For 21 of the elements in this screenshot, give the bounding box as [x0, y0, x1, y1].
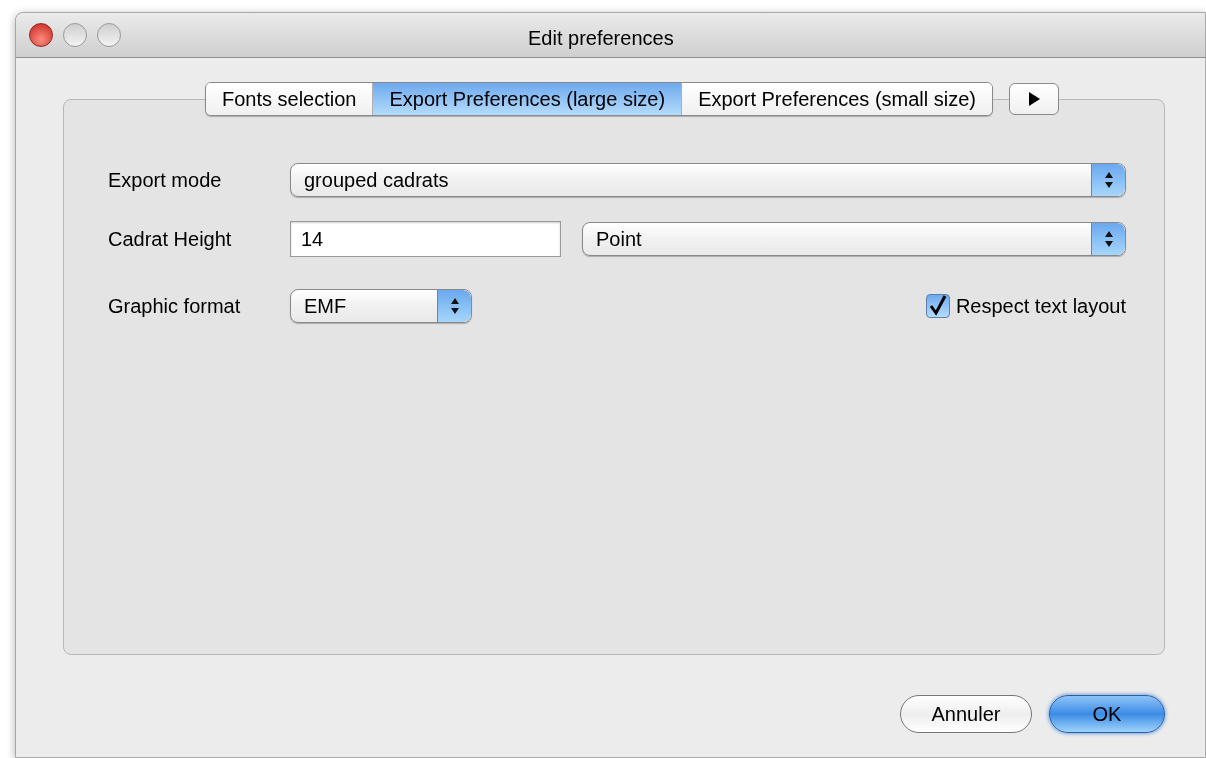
- window-title: Edit preferences: [528, 26, 674, 51]
- dropdown[interactable]: grouped cadrats: [290, 163, 1126, 197]
- field-label: Graphic format: [108, 294, 242, 319]
- checkbox[interactable]: [925, 294, 950, 318]
- cancel-button[interactable]: Annuler: [900, 695, 1032, 733]
- ok-button[interactable]: OK: [1049, 695, 1165, 733]
- close-button[interactable]: [29, 23, 53, 47]
- play-icon: [1028, 92, 1040, 106]
- tab[interactable]: Fonts selection: [205, 83, 373, 115]
- input-field[interactable]: 14: [290, 221, 561, 257]
- stepper-icon: [437, 290, 471, 322]
- tab[interactable]: Export Preferences (small size): [681, 83, 993, 115]
- field-label: Cadrat Height: [108, 227, 233, 252]
- dropdown[interactable]: EMF: [290, 289, 472, 323]
- tab[interactable]: Export Preferences (large size): [372, 83, 682, 115]
- checkbox-label: Respect text layout: [955, 294, 1126, 319]
- field-label: Export mode: [108, 168, 223, 193]
- dropdown[interactable]: Point: [582, 222, 1126, 256]
- stepper-icon: [1091, 223, 1125, 255]
- stepper-icon: [1091, 164, 1125, 196]
- tab-scroll-button[interactable]: [1009, 83, 1060, 115]
